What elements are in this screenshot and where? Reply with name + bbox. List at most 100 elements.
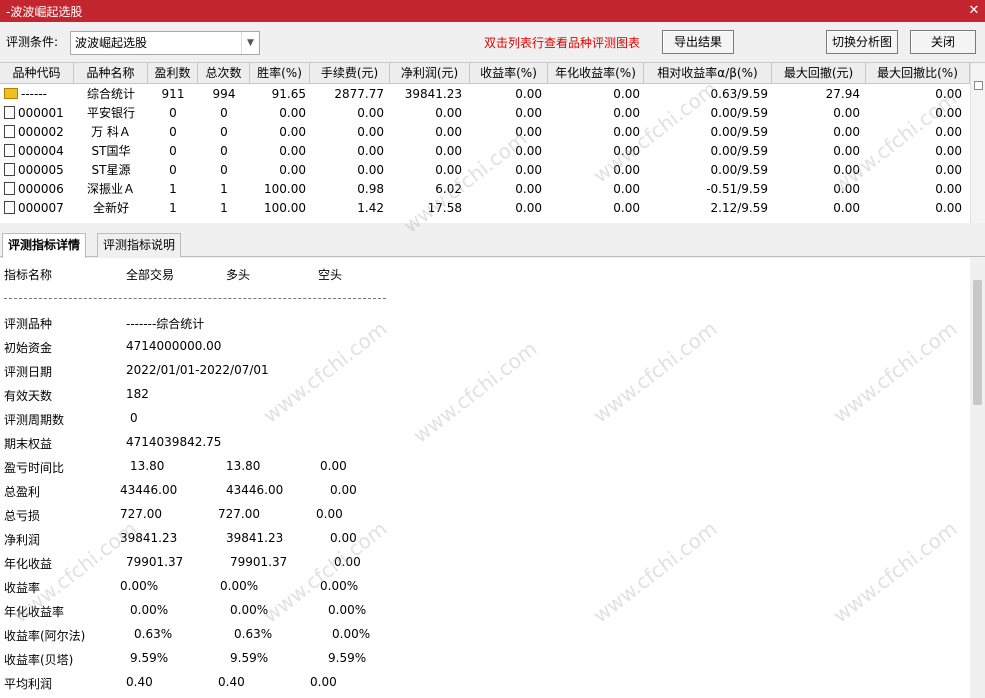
cell-win: 911 [161, 87, 185, 101]
detail-tabs: 评测指标详情 评测指标说明 [0, 231, 985, 258]
metric-label: 收益率 [4, 581, 41, 595]
cell-ddratio: 0.00 [935, 87, 962, 101]
cell-return: 0.00 [515, 87, 542, 101]
tab-indicator-description[interactable]: 评测指标说明 [97, 233, 182, 257]
cell-return: 0.00 [515, 182, 542, 196]
metric-long: 43446.00 [226, 483, 284, 497]
checkbox-icon[interactable] [974, 81, 983, 90]
metric-long: 79901.37 [230, 555, 288, 569]
cell-relative: 0.00/9.59 [710, 144, 768, 158]
column-header[interactable]: 盈利数 [148, 63, 198, 84]
cell-total: 1 [220, 201, 228, 215]
export-button[interactable]: 导出结果 [662, 30, 734, 54]
table-scrollbar[interactable] [970, 63, 985, 223]
document-icon [4, 182, 15, 195]
window-titlebar: -波波崛起选股 ✕ [0, 0, 985, 22]
metric-all: 9.59% [130, 651, 169, 665]
table-row[interactable]: 000007 全新好 1 1 100.00 1.42 17.58 0.00 0.… [0, 199, 970, 218]
condition-value: 波波崛起选股 [75, 36, 148, 50]
cell-annual: 0.00 [613, 87, 640, 101]
metric-all: 0.40 [126, 675, 153, 689]
cell-name: ST星源 [91, 163, 131, 177]
cell-win: 1 [169, 201, 177, 215]
metric-label: 平均利润 [4, 677, 53, 691]
close-icon[interactable]: ✕ [963, 0, 985, 22]
cell-relative: 0.00/9.59 [710, 106, 768, 120]
metric-short: 0.00 [320, 459, 347, 473]
cell-code: 000004 [18, 144, 64, 158]
cell-ddratio: 0.00 [935, 182, 962, 196]
cell-win: 0 [169, 106, 177, 120]
cell-total: 0 [220, 125, 228, 139]
cell-code: 000007 [18, 201, 64, 215]
table-row[interactable]: 000005 ST星源 0 0 0.00 0.00 0.00 0.00 0.00… [0, 161, 970, 180]
metric-all: 0.00% [120, 579, 159, 593]
window-title: -波波崛起选股 [6, 4, 83, 19]
column-header[interactable]: 相对收益率α/β(%) [644, 63, 772, 84]
metric-short: 0.00 [330, 483, 357, 497]
cell-fee: 0.00 [357, 144, 384, 158]
cell-total: 1 [220, 182, 228, 196]
table-row[interactable]: 000002 万 科Ａ 0 0 0.00 0.00 0.00 0.00 0.00… [0, 123, 970, 142]
column-header[interactable]: 品种代码 [0, 63, 74, 84]
metric-label: 初始资金 [4, 341, 53, 355]
metric-short: 0.00 [334, 555, 361, 569]
metric-short: 0.00 [310, 675, 337, 689]
metric-label: 净利润 [4, 533, 41, 547]
cell-annual: 0.00 [613, 144, 640, 158]
condition-select[interactable]: 波波崛起选股 ▼ [70, 31, 260, 55]
results-table: 品种代码 品种名称 盈利数 总次数 胜率(%) 手续费(元) 净利润(元) 收益… [0, 62, 985, 223]
cell-ddratio: 0.00 [935, 125, 962, 139]
metric-all: 4714000000.00 [126, 339, 222, 353]
metric-all: 182 [126, 387, 149, 401]
table-row[interactable]: ------ 综合统计 911 994 91.65 2877.77 39841.… [0, 85, 970, 104]
column-header[interactable]: 胜率(%) [250, 63, 310, 84]
cell-name: ST国华 [91, 144, 131, 158]
cell-rate: 0.00 [279, 144, 306, 158]
cell-name: 综合统计 [86, 87, 135, 101]
metric-short: 9.59% [328, 651, 367, 665]
cell-total: 0 [220, 144, 228, 158]
metric-label: 收益率(阿尔法) [4, 629, 86, 643]
cell-code: 000002 [18, 125, 64, 139]
column-header[interactable]: 最大回撤比(%) [866, 63, 970, 84]
cell-annual: 0.00 [613, 125, 640, 139]
tab-indicator-details[interactable]: 评测指标详情 [2, 233, 87, 258]
cell-maxdd: 0.00 [833, 125, 860, 139]
switch-chart-button[interactable]: 切换分析图 [826, 30, 898, 54]
metric-all: 2022/01/01-2022/07/01 [126, 363, 269, 377]
column-header[interactable]: 手续费(元) [310, 63, 390, 84]
table-row[interactable]: 000001 平安银行 0 0 0.00 0.00 0.00 0.00 0.00… [0, 104, 970, 123]
cell-profit: 0.00 [435, 163, 462, 177]
cell-annual: 0.00 [613, 201, 640, 215]
cell-return: 0.00 [515, 125, 542, 139]
metric-all: 727.00 [120, 507, 162, 521]
column-header[interactable]: 收益率(%) [470, 63, 548, 84]
table-row[interactable]: 000004 ST国华 0 0 0.00 0.00 0.00 0.00 0.00… [0, 142, 970, 161]
cell-rate: 100.00 [264, 201, 306, 215]
cell-profit: 39841.23 [404, 87, 462, 101]
detail-scrollbar[interactable] [970, 258, 985, 698]
metric-all: 43446.00 [120, 483, 178, 497]
column-header[interactable]: 总次数 [198, 63, 250, 84]
cell-name: 全新好 [92, 201, 129, 215]
cell-profit: 0.00 [435, 125, 462, 139]
cell-total: 0 [220, 163, 228, 177]
cell-maxdd: 0.00 [833, 163, 860, 177]
scrollbar-thumb[interactable] [973, 280, 982, 405]
column-header[interactable]: 年化收益率(%) [548, 63, 644, 84]
cell-win: 0 [169, 163, 177, 177]
metric-long: 9.59% [230, 651, 269, 665]
column-header[interactable]: 最大回撤(元) [772, 63, 866, 84]
column-header[interactable]: 品种名称 [74, 63, 148, 84]
metric-short: 0.00% [332, 627, 371, 641]
chevron-down-icon[interactable]: ▼ [241, 32, 259, 54]
cell-fee: 0.00 [357, 163, 384, 177]
metric-long: 39841.23 [226, 531, 284, 545]
document-icon [4, 106, 15, 119]
cell-annual: 0.00 [613, 163, 640, 177]
table-row[interactable]: 000006 深振业Ａ 1 1 100.00 0.98 6.02 0.00 0.… [0, 180, 970, 199]
close-button[interactable]: 关闭 [910, 30, 976, 54]
column-header[interactable]: 净利润(元) [390, 63, 470, 84]
cell-rate: 0.00 [279, 125, 306, 139]
